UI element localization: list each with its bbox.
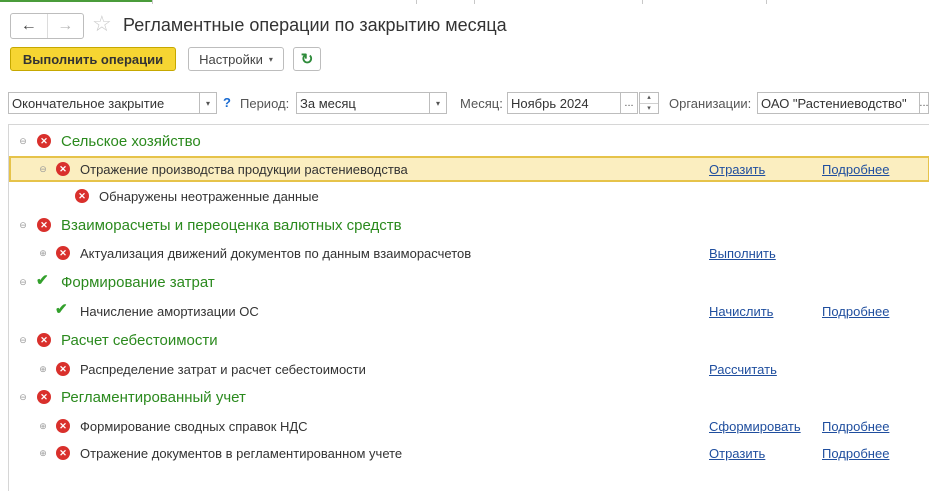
operation-label: Отражение документов в регламентированно… bbox=[80, 446, 403, 461]
tab-divider bbox=[766, 0, 767, 4]
tree-item-row[interactable]: ⊕ ✕ Формирование сводных справок НДС Сфо… bbox=[9, 413, 929, 439]
organization-choose-button[interactable]: ... bbox=[919, 92, 929, 114]
tree-group-row[interactable]: ⊖ ✕ Регламентированный учет bbox=[9, 384, 929, 410]
refresh-button[interactable]: ↻ bbox=[293, 47, 321, 71]
action-link[interactable]: Выполнить bbox=[709, 246, 776, 261]
details-link[interactable]: Подробнее bbox=[822, 162, 889, 177]
group-title: Взаиморасчеты и переоценка валютных сред… bbox=[61, 217, 402, 234]
error-status-icon: ✕ bbox=[56, 446, 70, 460]
month-input[interactable]: Ноябрь 2024 bbox=[507, 92, 621, 114]
action-link[interactable]: Отразить bbox=[709, 446, 765, 461]
details-link[interactable]: Подробнее bbox=[822, 419, 889, 434]
error-status-icon: ✕ bbox=[56, 246, 70, 260]
closing-mode-dropdown-icon[interactable]: ▾ bbox=[199, 92, 217, 114]
forward-arrow-icon[interactable]: → bbox=[46, 14, 84, 38]
details-link[interactable]: Подробнее bbox=[822, 304, 889, 319]
action-link[interactable]: Рассчитать bbox=[709, 362, 777, 377]
expand-icon[interactable]: ⊕ bbox=[37, 363, 49, 375]
tab-strip bbox=[0, 0, 929, 4]
tab-divider bbox=[416, 0, 417, 4]
period-dropdown-icon[interactable]: ▾ bbox=[429, 92, 447, 114]
organization-label: Организации: bbox=[669, 96, 752, 111]
spin-down-icon[interactable]: ▾ bbox=[640, 103, 658, 114]
collapse-icon[interactable]: ⊖ bbox=[17, 334, 29, 346]
period-label: Период: bbox=[240, 96, 290, 111]
group-title: Сельское хозяйство bbox=[61, 133, 201, 150]
action-link[interactable]: Отразить bbox=[709, 162, 765, 177]
spin-up-icon[interactable]: ▴ bbox=[640, 93, 658, 103]
operation-label: Формирование сводных справок НДС bbox=[80, 419, 308, 434]
tree-item-row[interactable]: ✔ Начисление амортизации ОС Начислить По… bbox=[9, 298, 929, 324]
checkmark-status-icon: ✔ bbox=[36, 272, 49, 289]
collapse-icon[interactable]: ⊖ bbox=[17, 276, 29, 288]
group-title: Формирование затрат bbox=[61, 274, 215, 291]
month-spinner[interactable]: ▴ ▾ bbox=[639, 92, 659, 114]
active-tab-indicator bbox=[0, 0, 152, 2]
chevron-down-icon: ▾ bbox=[268, 54, 273, 64]
execute-operations-button[interactable]: Выполнить операции bbox=[10, 47, 176, 71]
action-link[interactable]: Начислить bbox=[709, 304, 773, 319]
tree-item-row[interactable]: ✕ Обнаружены неотраженные данные bbox=[9, 183, 929, 209]
tree-item-row-selected[interactable]: ⊖ ✕ Отражение производства продукции рас… bbox=[9, 156, 929, 182]
collapse-icon[interactable]: ⊖ bbox=[37, 163, 49, 175]
tree-item-row[interactable]: ⊕ ✕ Отражение документов в регламентиров… bbox=[9, 440, 929, 466]
settings-button[interactable]: Настройки ▾ bbox=[188, 47, 284, 71]
error-status-icon: ✕ bbox=[37, 333, 51, 347]
expand-icon[interactable]: ⊕ bbox=[37, 447, 49, 459]
tree-item-row[interactable]: ⊕ ✕ Актуализация движений документов по … bbox=[9, 240, 929, 266]
collapse-icon[interactable]: ⊖ bbox=[17, 391, 29, 403]
operation-label: Начисление амортизации ОС bbox=[80, 304, 259, 319]
expand-icon[interactable]: ⊕ bbox=[37, 247, 49, 259]
error-status-icon: ✕ bbox=[75, 189, 89, 203]
settings-button-label: Настройки bbox=[199, 51, 263, 67]
refresh-icon: ↻ bbox=[300, 51, 314, 68]
group-title: Расчет себестоимости bbox=[61, 332, 218, 349]
month-label: Месяц: bbox=[460, 96, 503, 111]
tree-group-row[interactable]: ⊖ ✔ Формирование затрат bbox=[9, 269, 929, 295]
period-select[interactable]: За месяц bbox=[296, 92, 430, 114]
month-choose-button[interactable]: ... bbox=[620, 92, 638, 114]
closing-mode-select[interactable]: Окончательное закрытие bbox=[8, 92, 200, 114]
group-title: Регламентированный учет bbox=[61, 389, 246, 406]
tab-divider bbox=[642, 0, 643, 4]
expand-icon[interactable]: ⊕ bbox=[37, 420, 49, 432]
tree-group-row[interactable]: ⊖ ✕ Расчет себестоимости bbox=[9, 327, 929, 353]
details-link[interactable]: Подробнее bbox=[822, 446, 889, 461]
back-arrow-icon[interactable]: ← bbox=[11, 14, 47, 38]
action-link[interactable]: Сформировать bbox=[709, 419, 801, 434]
history-nav: ← → bbox=[10, 13, 84, 39]
tab-divider bbox=[474, 0, 475, 4]
operation-label: Отражение производства продукции растени… bbox=[80, 162, 408, 177]
help-icon[interactable]: ? bbox=[223, 95, 231, 110]
operation-label: Обнаружены неотраженные данные bbox=[99, 189, 319, 204]
tree-group-row[interactable]: ⊖ ✕ Взаиморасчеты и переоценка валютных … bbox=[9, 212, 929, 238]
operations-tree: ⊖ ✕ Сельское хозяйство ⊖ ✕ Отражение про… bbox=[8, 124, 929, 491]
operation-label: Актуализация движений документов по данн… bbox=[80, 246, 472, 261]
error-status-icon: ✕ bbox=[56, 362, 70, 376]
favorite-star-icon[interactable]: ☆ bbox=[92, 11, 112, 37]
tree-item-row[interactable]: ⊕ ✕ Распределение затрат и расчет себест… bbox=[9, 356, 929, 382]
collapse-icon[interactable]: ⊖ bbox=[17, 135, 29, 147]
error-status-icon: ✕ bbox=[37, 134, 51, 148]
error-status-icon: ✕ bbox=[56, 419, 70, 433]
operation-label: Распределение затрат и расчет себестоимо… bbox=[80, 362, 366, 377]
organization-input[interactable]: ОАО "Растениеводство" bbox=[757, 92, 920, 114]
error-status-icon: ✕ bbox=[37, 218, 51, 232]
error-status-icon: ✕ bbox=[37, 390, 51, 404]
tree-group-row[interactable]: ⊖ ✕ Сельское хозяйство bbox=[9, 128, 929, 154]
error-status-icon: ✕ bbox=[56, 162, 70, 176]
collapse-icon[interactable]: ⊖ bbox=[17, 219, 29, 231]
checkmark-status-icon: ✔ bbox=[55, 301, 68, 318]
tab-divider bbox=[152, 0, 153, 4]
page-title: Регламентные операции по закрытию месяца bbox=[123, 15, 507, 35]
